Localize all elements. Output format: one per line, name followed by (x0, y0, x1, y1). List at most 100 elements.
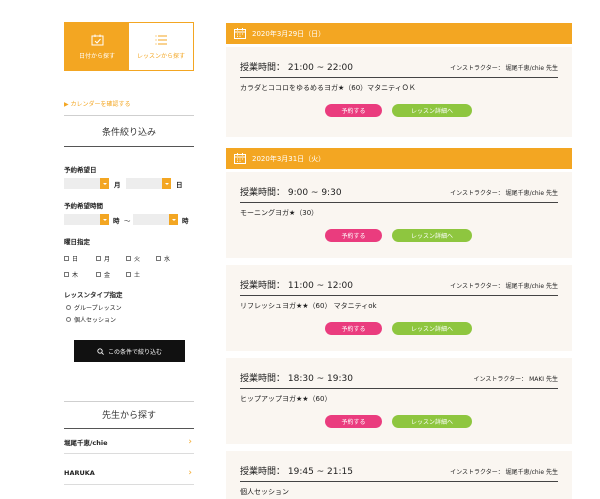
divider (240, 481, 558, 482)
calendar-icon (234, 153, 246, 164)
lesson-card: 授業時間： 9:00 ~ 9:30 インストラクター： 堀尾千恵/chie 先生… (226, 172, 572, 258)
lesson-instructor: インストラクター： MAKI 先生 (473, 376, 558, 383)
lesson-detail-button[interactable]: レッスン詳細へ (392, 322, 472, 335)
lesson-card: 授業時間： 11:00 ~ 12:00 インストラクター： 堀尾千恵/chie … (226, 265, 572, 351)
weekday-checkbox-tue[interactable]: 火 (126, 254, 140, 263)
reserve-button[interactable]: 予約する (325, 229, 382, 242)
divider (64, 401, 194, 402)
day-date: 2020年3月29日（日） (252, 29, 326, 38)
lesson-type-label: レッスンタイプ指定 (64, 291, 123, 299)
calendar-icon (234, 28, 246, 39)
search-icon (97, 347, 104, 355)
chevron-right-icon: › (188, 437, 192, 447)
checkbox[interactable] (156, 256, 161, 261)
divider (64, 115, 194, 116)
lesson-detail-button[interactable]: レッスン詳細へ (392, 229, 472, 242)
radio-label: 個人セッション (74, 317, 117, 324)
checkbox[interactable] (96, 272, 101, 277)
day-select[interactable] (126, 178, 171, 189)
checkbox-label: 土 (134, 272, 141, 279)
weekday-checkbox-thu[interactable]: 木 (64, 270, 78, 279)
lesson-instructor: インストラクター： 堀尾千恵/chie 先生 (450, 65, 558, 72)
date-label: 予約希望日 (64, 166, 97, 174)
weekday-checkbox-mon[interactable]: 月 (96, 254, 110, 263)
divider (240, 202, 558, 203)
checkbox-label: 月 (104, 256, 111, 263)
weekday-checkbox-sun[interactable]: 日 (64, 254, 78, 263)
lesson-time: 授業時間： 11:00 ~ 12:00 (240, 281, 353, 291)
checkbox-label: 金 (104, 272, 111, 279)
radio-label: グループレッスン (74, 305, 122, 312)
reserve-button[interactable]: 予約する (325, 104, 382, 117)
checkbox-label: 水 (164, 256, 171, 263)
search-mode-tabs: 日付から探す レッスンから探す (64, 22, 194, 71)
filter-title: 条件絞り込み (101, 128, 156, 138)
divider (240, 388, 558, 389)
day-header: 2020年3月29日（日） (226, 23, 572, 44)
checkbox-label: 火 (134, 256, 141, 263)
apply-filter-label: この条件で絞り込む (107, 348, 162, 356)
start-hour-select[interactable] (64, 214, 109, 225)
month-select[interactable] (64, 178, 109, 189)
calendar-check-icon (91, 34, 103, 45)
day-date: 2020年3月31日（火） (252, 154, 326, 163)
checkbox[interactable] (64, 272, 69, 277)
lesson-name: 個人セッション (240, 488, 289, 496)
range-tilde: 〜 (124, 217, 131, 225)
chevron-down-icon (162, 178, 171, 189)
tab-label: 日付から探す (78, 52, 115, 60)
weekday-checkbox-fri[interactable]: 金 (96, 270, 110, 279)
checkbox-label: 日 (72, 256, 79, 263)
lesson-type-group-radio[interactable]: グループレッスン (66, 303, 122, 312)
lesson-name: カラダとココロをゆるめるヨガ★（60）マタニティＯＫ (240, 84, 416, 92)
list-icon (155, 35, 167, 44)
time-label: 予約希望時間 (64, 202, 103, 210)
divider (64, 146, 194, 147)
divider (64, 428, 194, 429)
lesson-card: 授業時間： 19:45 ~ 21:15 インストラクター： 堀尾千恵/chie … (226, 451, 572, 499)
tab-search-by-lesson[interactable]: レッスンから探す (129, 23, 193, 70)
apply-filter-button[interactable]: この条件で絞り込む (74, 340, 185, 362)
radio[interactable] (66, 305, 71, 310)
lesson-detail-button[interactable]: レッスン詳細へ (392, 415, 472, 428)
checkbox[interactable] (126, 256, 131, 261)
calendar-link[interactable]: ▶ カレンダーを確認する (64, 99, 131, 108)
weekday-checkbox-wed[interactable]: 水 (156, 254, 170, 263)
weekday-checkbox-sat[interactable]: 土 (126, 270, 140, 279)
tab-label: レッスンから探す (136, 52, 185, 60)
lesson-type-private-radio[interactable]: 個人セッション (66, 315, 116, 324)
radio[interactable] (66, 317, 71, 322)
reserve-button[interactable]: 予約する (325, 322, 382, 335)
lesson-card: 授業時間： 21:00 ~ 22:00 インストラクター： 堀尾千恵/chie … (226, 47, 572, 137)
teacher-link[interactable]: HARUKA › (64, 462, 194, 485)
weekday-label: 曜日指定 (64, 238, 90, 246)
lesson-name: リフレッシュヨガ★★（60） マタニティok (240, 302, 377, 310)
checkbox[interactable] (64, 256, 69, 261)
checkbox-label: 木 (72, 272, 79, 279)
lesson-detail-button[interactable]: レッスン詳細へ (392, 104, 472, 117)
checkbox[interactable] (96, 256, 101, 261)
hour-unit: 時 (182, 217, 189, 225)
tab-search-by-date[interactable]: 日付から探す (65, 23, 129, 70)
divider (240, 295, 558, 296)
lesson-time: 授業時間： 21:00 ~ 22:00 (240, 63, 353, 73)
chevron-down-icon (100, 214, 109, 225)
reserve-button[interactable]: 予約する (325, 415, 382, 428)
end-hour-select[interactable] (133, 214, 178, 225)
month-unit: 月 (114, 181, 121, 189)
teacher-title: 先生から探す (101, 411, 156, 421)
teacher-link[interactable]: 堀尾千恵/chie › (64, 431, 194, 454)
lesson-name: ヒップアップヨガ★★（60） (240, 395, 332, 403)
teacher-name: HARUKA (64, 469, 95, 477)
divider (240, 77, 558, 78)
lesson-card: 授業時間： 18:30 ~ 19:30 インストラクター： MAKI 先生 ヒッ… (226, 358, 572, 444)
chevron-right-icon: › (188, 468, 192, 478)
lesson-time: 授業時間： 18:30 ~ 19:30 (240, 374, 353, 384)
lesson-instructor: インストラクター： 堀尾千恵/chie 先生 (450, 190, 558, 197)
lesson-name: モーニングヨガ★（30） (240, 209, 319, 217)
lesson-time: 授業時間： 9:00 ~ 9:30 (240, 188, 342, 198)
lesson-instructor: インストラクター： 堀尾千恵/chie 先生 (450, 469, 558, 476)
hour-unit: 時 (113, 217, 120, 225)
chevron-down-icon (100, 178, 109, 189)
checkbox[interactable] (126, 272, 131, 277)
